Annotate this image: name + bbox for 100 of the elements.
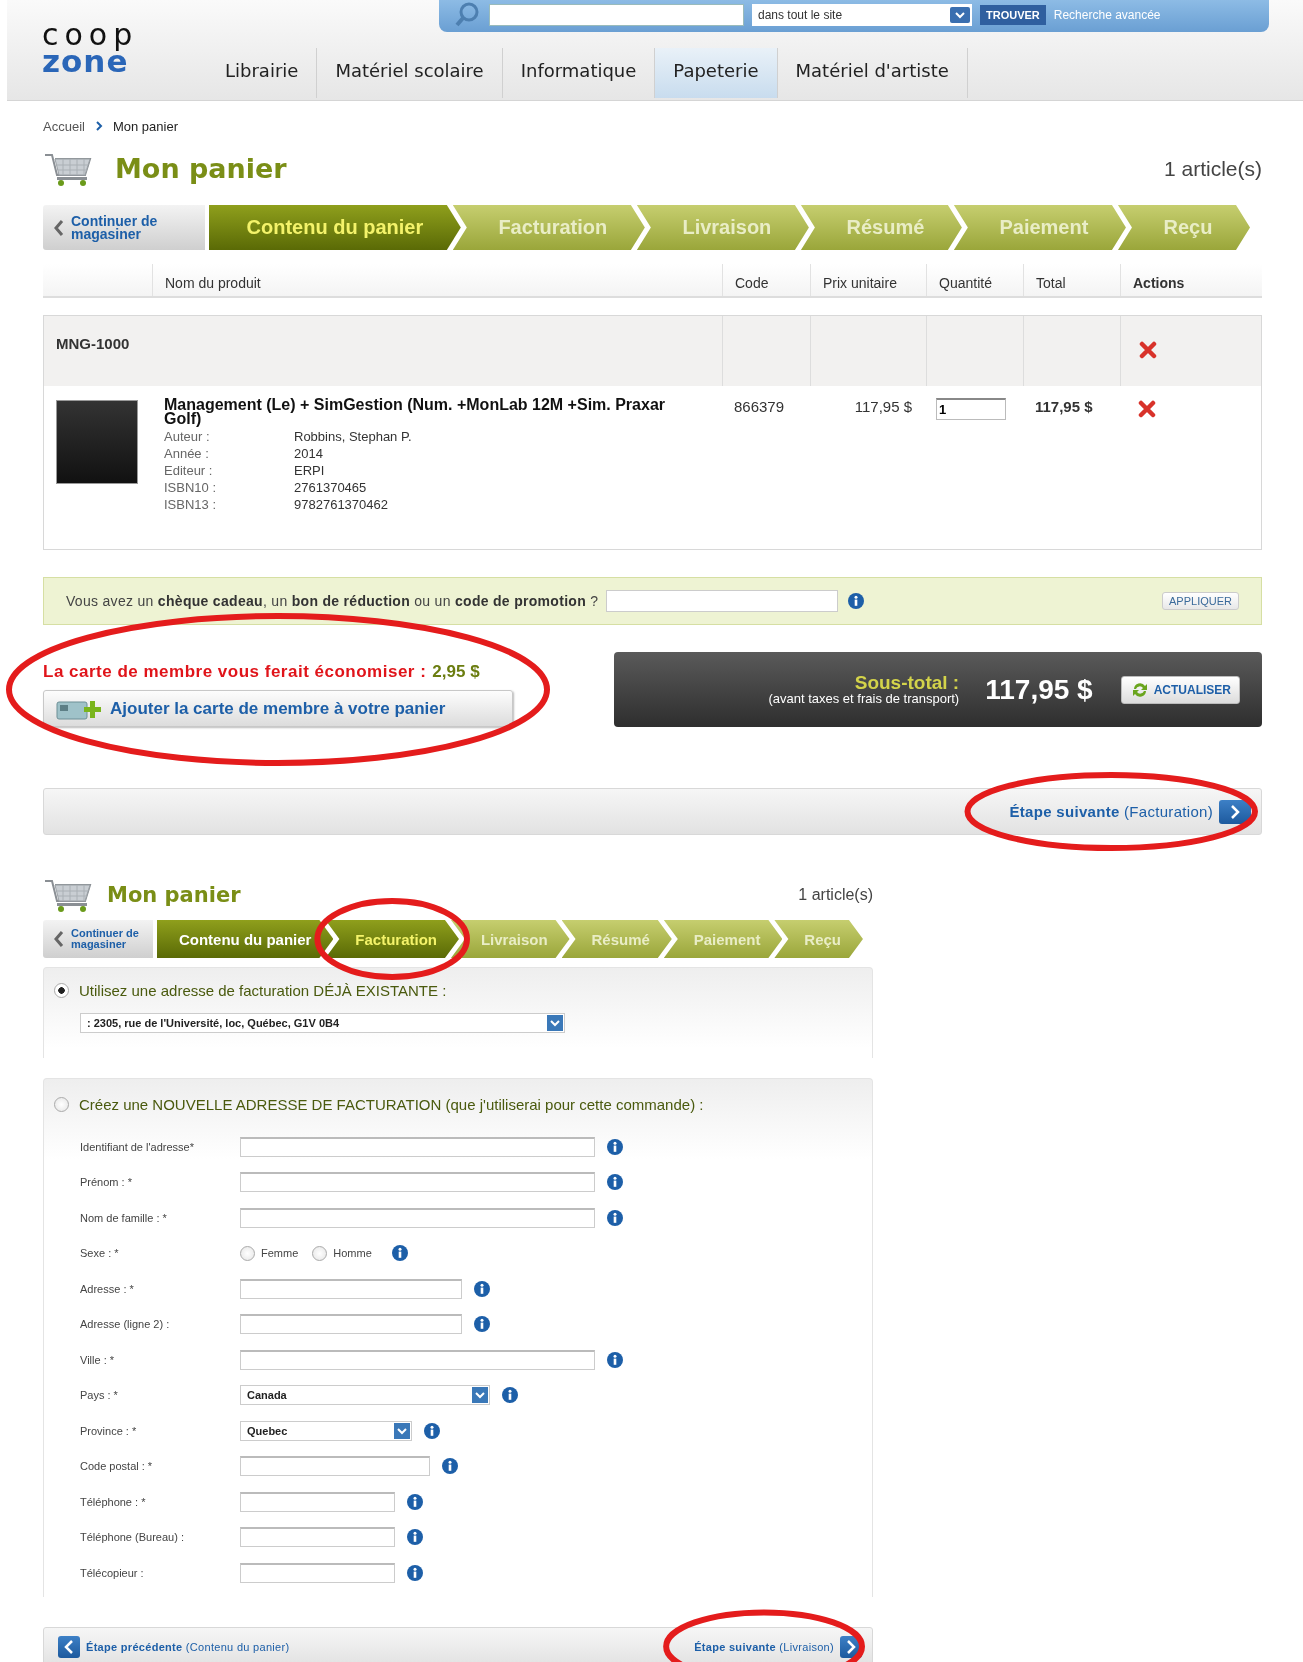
- text-field[interactable]: [240, 1136, 595, 1157]
- info-icon[interactable]: [607, 1209, 623, 1226]
- info-icon[interactable]: [474, 1280, 490, 1297]
- select-dropdown[interactable]: Quebec: [240, 1420, 412, 1441]
- option-label: Créez une NOUVELLE ADRESSE DE FACTURATION (que j'utiliserai pour cette commande) :: [79, 1095, 704, 1113]
- select-dropdown[interactable]: Canada: [240, 1385, 490, 1406]
- dropdown-caret-icon: [472, 1387, 488, 1404]
- nav-tab[interactable]: Papeterie: [655, 48, 778, 98]
- chevron-left-icon: [53, 218, 65, 237]
- product-title[interactable]: Management (Le) + SimGestion (Num. +MonLab 12M +Sim. Praxar Golf): [164, 398, 682, 426]
- search-field[interactable]: [489, 4, 744, 26]
- nav-tab[interactable]: Matériel scolaire: [317, 48, 503, 98]
- info-icon[interactable]: [407, 1493, 423, 1510]
- field-label: Adresse (ligne 2) :: [79, 1318, 171, 1331]
- unit-price: 117,95 $: [853, 397, 913, 417]
- dropdown-caret-icon: [394, 1422, 410, 1439]
- text-field[interactable]: [240, 1491, 395, 1512]
- column-header: Code: [722, 264, 810, 296]
- chevron-right-icon: [1230, 804, 1240, 819]
- breadcrumb-link[interactable]: Accueil: [43, 118, 85, 134]
- info-icon[interactable]: [502, 1387, 518, 1404]
- scope-dropdown[interactable]: dans tout le site: [752, 4, 972, 26]
- quantity-field[interactable]: 1: [936, 398, 1006, 420]
- info-icon[interactable]: [474, 1316, 490, 1333]
- continue-shopping-button[interactable]: Continuer de magasiner: [43, 205, 205, 250]
- text-field[interactable]: [240, 1314, 462, 1335]
- address-dropdown[interactable]: : 2305, rue de l'Université, loc, Québec, G1V 0B4: [80, 1013, 565, 1033]
- next-step-link[interactable]: Étape suivante (Facturation): [1009, 803, 1213, 820]
- radio-button[interactable]: [312, 1245, 328, 1261]
- detail-label: Année :: [164, 445, 210, 462]
- next-step-link[interactable]: Étape suivante (Livraison): [694, 1640, 834, 1653]
- radio-label: Femme: [261, 1247, 299, 1260]
- field-label: Nom de famille : *: [79, 1211, 168, 1224]
- info-icon[interactable]: [407, 1564, 423, 1581]
- field-label: Téléphone (Bureau) :: [79, 1531, 185, 1544]
- line-total: 117,95 $: [1034, 397, 1094, 417]
- detail-value: 2014: [294, 445, 324, 462]
- savings-amount: 2,95 $: [432, 662, 480, 681]
- info-icon[interactable]: [607, 1174, 623, 1191]
- text-field[interactable]: [240, 1278, 462, 1299]
- option-label: Utilisez une adresse de facturation DÉJÀ EXISTANTE :: [79, 982, 447, 999]
- continue-shopping-button[interactable]: Continuer de magasiner: [43, 920, 153, 958]
- column-header: Total: [1023, 264, 1120, 296]
- next-step-button[interactable]: [1219, 799, 1251, 824]
- chevron-left-icon: [53, 930, 65, 948]
- item-count: 1 article(s): [798, 886, 873, 904]
- field-label: Identifiant de l'adresse*: [79, 1140, 195, 1153]
- delete-icon[interactable]: [1138, 400, 1156, 418]
- previous-step-button[interactable]: [58, 1635, 80, 1658]
- field-label: Prénom : *: [79, 1176, 133, 1189]
- promo-code-field[interactable]: [606, 590, 839, 612]
- update-button[interactable]: ACTUALISER: [1120, 675, 1240, 704]
- column-header: Prix unitaire: [810, 264, 926, 296]
- subtotal-note: (avant taxes et frais de transport): [767, 692, 960, 705]
- logo[interactable]: coop zone: [7, 0, 207, 100]
- info-icon[interactable]: [848, 593, 865, 609]
- field-label: Téléphone : *: [79, 1495, 147, 1508]
- field-label: Télécopieur :: [79, 1566, 145, 1579]
- detail-value: Robbins, Stephan P.: [294, 428, 413, 445]
- delete-icon[interactable]: [1139, 341, 1157, 359]
- subtotal-amount: 117,95 $: [985, 673, 1093, 706]
- previous-step-link[interactable]: Étape précédente (Contenu du panier): [86, 1640, 290, 1653]
- step-tab[interactable]: Contenu du panier: [209, 205, 461, 250]
- field-label: Province : *: [79, 1424, 138, 1437]
- breadcrumb-link[interactable]: Mon panier: [112, 118, 178, 134]
- field-label: Pays : *: [79, 1389, 119, 1402]
- group-code: MNG-1000: [55, 334, 131, 354]
- column-header: Quantité: [926, 264, 1023, 296]
- dropdown-caret-icon: [547, 1015, 563, 1031]
- info-icon[interactable]: [607, 1138, 623, 1155]
- text-field[interactable]: [240, 1349, 595, 1370]
- apply-button[interactable]: APPLIQUER: [1162, 592, 1239, 610]
- radio-button[interactable]: [54, 983, 69, 998]
- nav-tab[interactable]: Matériel d'artiste: [777, 48, 968, 98]
- text-field[interactable]: [240, 1207, 595, 1228]
- step-tab[interactable]: Contenu du panier: [157, 920, 334, 958]
- radio-button[interactable]: [240, 1245, 255, 1261]
- info-icon[interactable]: [424, 1422, 440, 1439]
- field-label: Ville : *: [79, 1353, 116, 1366]
- item-count: 1 article(s): [1163, 156, 1262, 181]
- column-header: Nom du produit: [152, 264, 722, 296]
- column-header: Actions: [1120, 264, 1262, 296]
- info-icon[interactable]: [607, 1351, 623, 1368]
- product-code: 866379: [733, 397, 786, 417]
- text-field[interactable]: [240, 1172, 595, 1193]
- text-field[interactable]: [240, 1562, 395, 1583]
- text-field[interactable]: [240, 1456, 430, 1477]
- field-label: Code postal : *: [79, 1460, 154, 1473]
- subtotal-label: Sous-total :: [853, 674, 960, 692]
- text-field[interactable]: [240, 1527, 395, 1548]
- dropdown-caret-icon: [950, 7, 970, 23]
- nav-tab[interactable]: Librairie: [207, 48, 318, 98]
- detail-value: 2761370465: [294, 479, 368, 496]
- info-icon[interactable]: [391, 1245, 408, 1262]
- chevron-left-icon: [64, 1639, 74, 1654]
- radio-button[interactable]: [54, 1096, 69, 1112]
- search-button[interactable]: TROUVER: [980, 5, 1046, 25]
- info-icon[interactable]: [407, 1529, 423, 1546]
- info-icon[interactable]: [442, 1458, 458, 1475]
- add-membership-button[interactable]: Ajouter la carte de membre à votre panier: [43, 690, 513, 727]
